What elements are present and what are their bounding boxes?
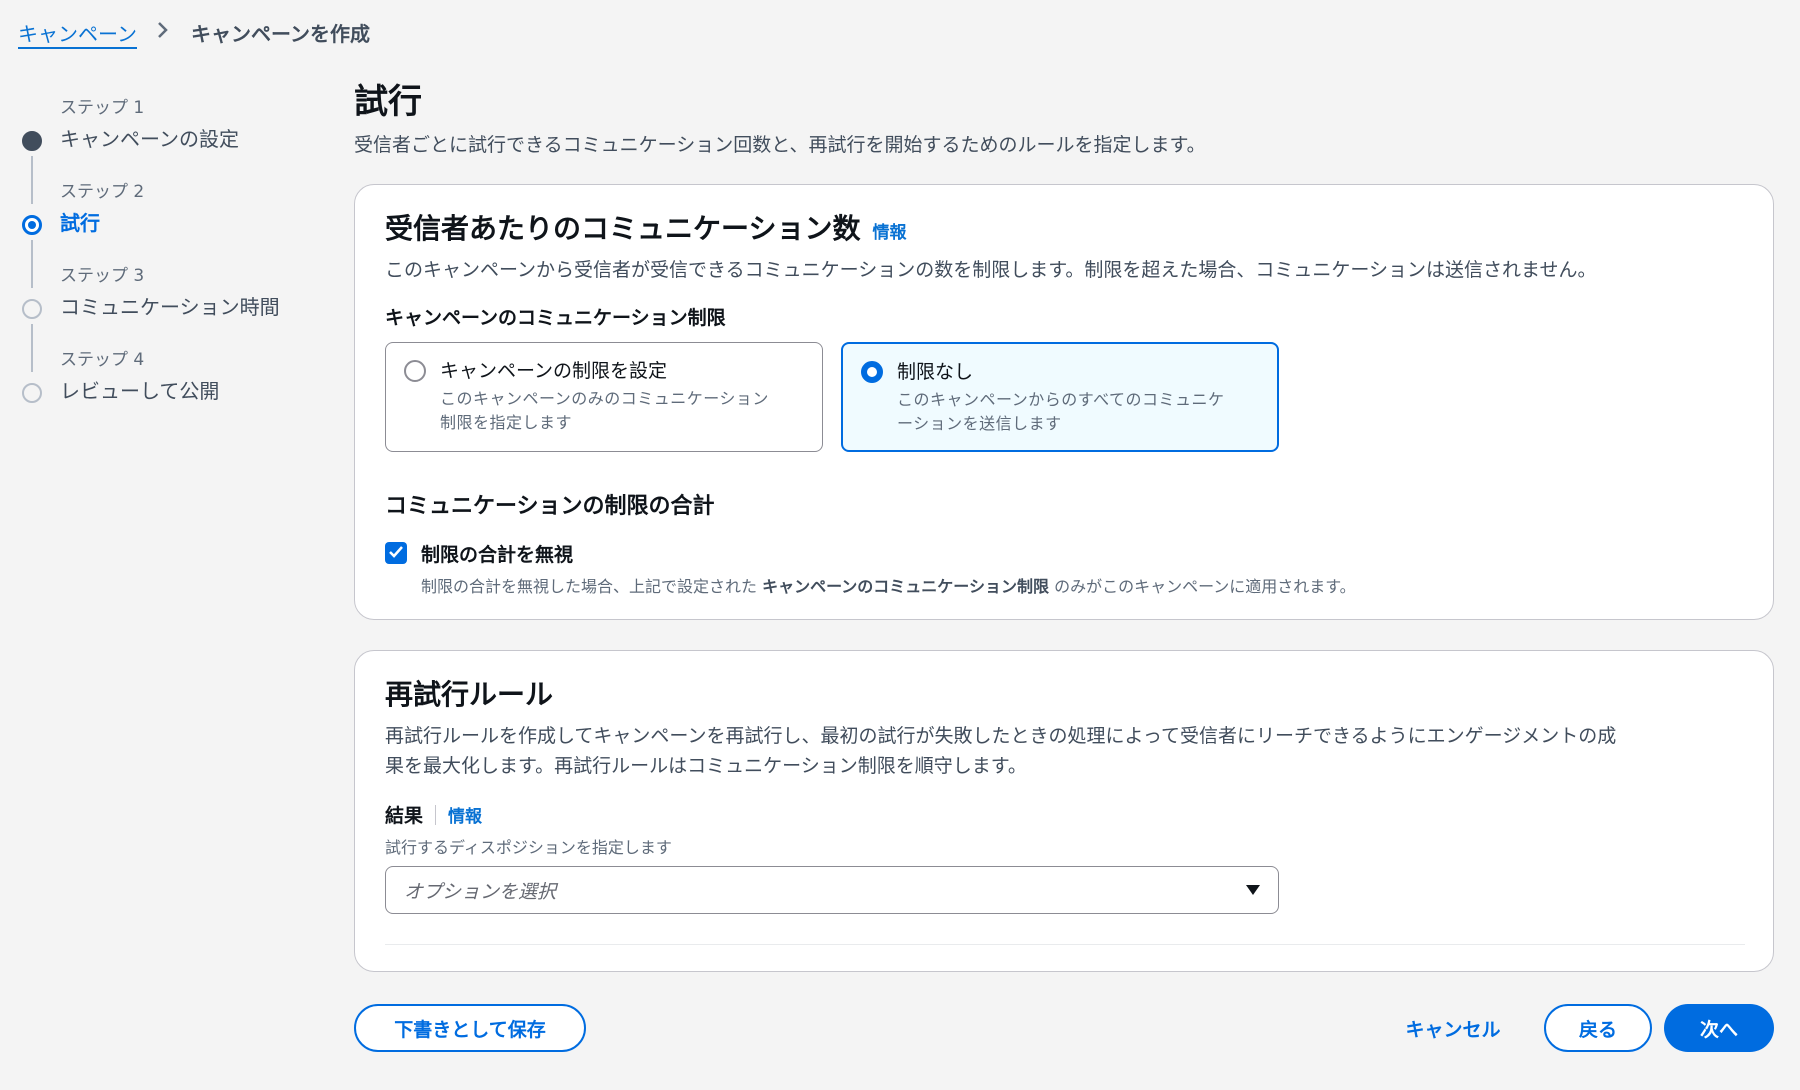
ignore-total-limits-row: 制限の合計を無視 制限の合計を無視した場合、上記で設定された キャンペーンのコミ… bbox=[385, 540, 1743, 597]
step-2[interactable]: ステップ 2 試行 bbox=[20, 180, 320, 288]
result-description: 試行するディスポジションを指定します bbox=[385, 838, 672, 857]
tile-title: キャンペーンの制限を設定 bbox=[440, 360, 668, 382]
radio-tile-set-limit[interactable]: キャンペーンの制限を設定 このキャンペーンのみのコミュニケーション 制限を指定し… bbox=[385, 342, 823, 452]
retry-description-line: 果を最大化します。再試行ルールはコミュニケーション制限を順守します。 bbox=[385, 755, 1027, 777]
disposition-select[interactable]: オプションを選択 bbox=[385, 866, 1279, 914]
breadcrumb-current: キャンペーンを作成 bbox=[191, 22, 370, 46]
tile-description-line: ーションを送信します bbox=[897, 414, 1062, 433]
step-complete-icon bbox=[22, 131, 42, 151]
result-label: 結果 bbox=[385, 805, 424, 827]
save-draft-button[interactable]: 下書きとして保存 bbox=[354, 1004, 586, 1052]
check-icon bbox=[389, 544, 403, 562]
step-4[interactable]: ステップ 4 レビューして公開 bbox=[20, 348, 320, 432]
page-description: 受信者ごとに試行できるコミュニケーション回数と、再試行を開始するためのルールを指… bbox=[354, 134, 1206, 156]
step-1[interactable]: ステップ 1 キャンペーンの設定 bbox=[20, 96, 320, 204]
ignore-total-limits-checkbox[interactable] bbox=[385, 542, 407, 564]
total-limits-heading: コミュニケーションの制限の合計 bbox=[385, 494, 715, 519]
tile-description-line: このキャンペーンからのすべてのコミュニケ bbox=[897, 390, 1225, 409]
retry-description: 再試行ルールを作成してキャンペーンを再試行し、最初の試行が失敗したときの処理によ… bbox=[385, 721, 1743, 781]
step-number: ステップ 2 bbox=[60, 182, 145, 202]
page-header: 試行 受信者ごとに試行できるコミュニケーション回数と、再試行を開始するためのルー… bbox=[354, 80, 1774, 157]
step-title[interactable]: 試行 bbox=[60, 208, 320, 238]
divider bbox=[435, 804, 437, 825]
checkbox-label[interactable]: 制限の合計を無視 bbox=[421, 540, 1356, 567]
cancel-button[interactable]: キャンセル bbox=[1378, 1004, 1528, 1052]
tile-title: 制限なし bbox=[897, 361, 974, 383]
limits-description: このキャンペーンから受信者が受信できるコミュニケーションの数を制限します。制限を… bbox=[385, 259, 1597, 281]
step-number: ステップ 3 bbox=[60, 266, 145, 286]
retry-rules-panel: 再試行ルール 再試行ルールを作成してキャンペーンを再試行し、最初の試行が失敗した… bbox=[354, 650, 1774, 972]
select-placeholder: オプションを選択 bbox=[404, 880, 557, 903]
result-field-label-row: 結果 情報 bbox=[385, 801, 1743, 828]
breadcrumb-link-campaigns[interactable]: キャンペーン bbox=[18, 18, 137, 47]
step-title[interactable]: レビューして公開 bbox=[60, 376, 320, 406]
step-pending-icon bbox=[22, 383, 42, 403]
step-pending-icon bbox=[22, 299, 42, 319]
limits-heading: 受信者あたりのコミュニケーション数 bbox=[385, 212, 861, 245]
tile-description-line: このキャンペーンのみのコミュニケーション bbox=[440, 389, 769, 408]
radio-button-selected[interactable] bbox=[861, 361, 883, 383]
step-title[interactable]: キャンペーンの設定 bbox=[60, 124, 320, 154]
divider bbox=[385, 944, 1745, 945]
radio-button[interactable] bbox=[404, 360, 426, 382]
info-link[interactable]: 情報 bbox=[872, 218, 906, 243]
tile-description: このキャンペーンのみのコミュニケーション 制限を指定します bbox=[440, 387, 769, 435]
radio-tile-no-limit[interactable]: 制限なし このキャンペーンからのすべてのコミュニケ ーションを送信します bbox=[841, 342, 1279, 452]
breadcrumb: キャンペーン キャンペーンを作成 bbox=[18, 18, 370, 47]
tile-description-line: 制限を指定します bbox=[440, 413, 573, 432]
step-current-icon bbox=[22, 215, 42, 235]
checkbox-desc-bold: キャンペーンのコミュニケーション制限 bbox=[762, 577, 1049, 596]
step-title[interactable]: コミュニケーション時間 bbox=[60, 292, 320, 322]
retry-heading: 再試行ルール bbox=[385, 678, 554, 711]
page-title: 試行 bbox=[354, 82, 422, 122]
tile-description: このキャンペーンからのすべてのコミュニケ ーションを送信します bbox=[897, 388, 1224, 436]
chevron-right-icon bbox=[157, 20, 169, 45]
back-button[interactable]: 戻る bbox=[1544, 1004, 1652, 1052]
limit-radio-group: キャンペーンの制限を設定 このキャンペーンのみのコミュニケーション 制限を指定し… bbox=[385, 342, 1743, 452]
checkbox-desc-text: 制限の合計を無視した場合、上記で設定された bbox=[421, 577, 763, 596]
step-number: ステップ 4 bbox=[60, 350, 145, 370]
retry-description-line: 再試行ルールを作成してキャンペーンを再試行し、最初の試行が失敗したときの処理によ… bbox=[385, 725, 1617, 747]
next-button[interactable]: 次へ bbox=[1664, 1004, 1774, 1052]
step-3[interactable]: ステップ 3 コミュニケーション時間 bbox=[20, 264, 320, 372]
panel-title: 受信者あたりのコミュニケーション数 情報 bbox=[385, 207, 1743, 247]
caret-down-icon bbox=[1246, 885, 1260, 895]
checkbox-description: 制限の合計を無視した場合、上記で設定された キャンペーンのコミュニケーション制限… bbox=[421, 573, 1356, 597]
checkbox-desc-text: のみがこのキャンペーンに適用されます。 bbox=[1048, 577, 1356, 596]
step-number: ステップ 1 bbox=[60, 98, 145, 118]
wizard-steps: ステップ 1 キャンペーンの設定 ステップ 2 試行 ステップ 3 コミュニケー… bbox=[20, 96, 320, 432]
info-link[interactable]: 情報 bbox=[448, 802, 482, 827]
campaign-limit-label: キャンペーンのコミュニケーション制限 bbox=[385, 307, 726, 329]
communication-limits-panel: 受信者あたりのコミュニケーション数 情報 このキャンペーンから受信者が受信できる… bbox=[354, 184, 1774, 620]
